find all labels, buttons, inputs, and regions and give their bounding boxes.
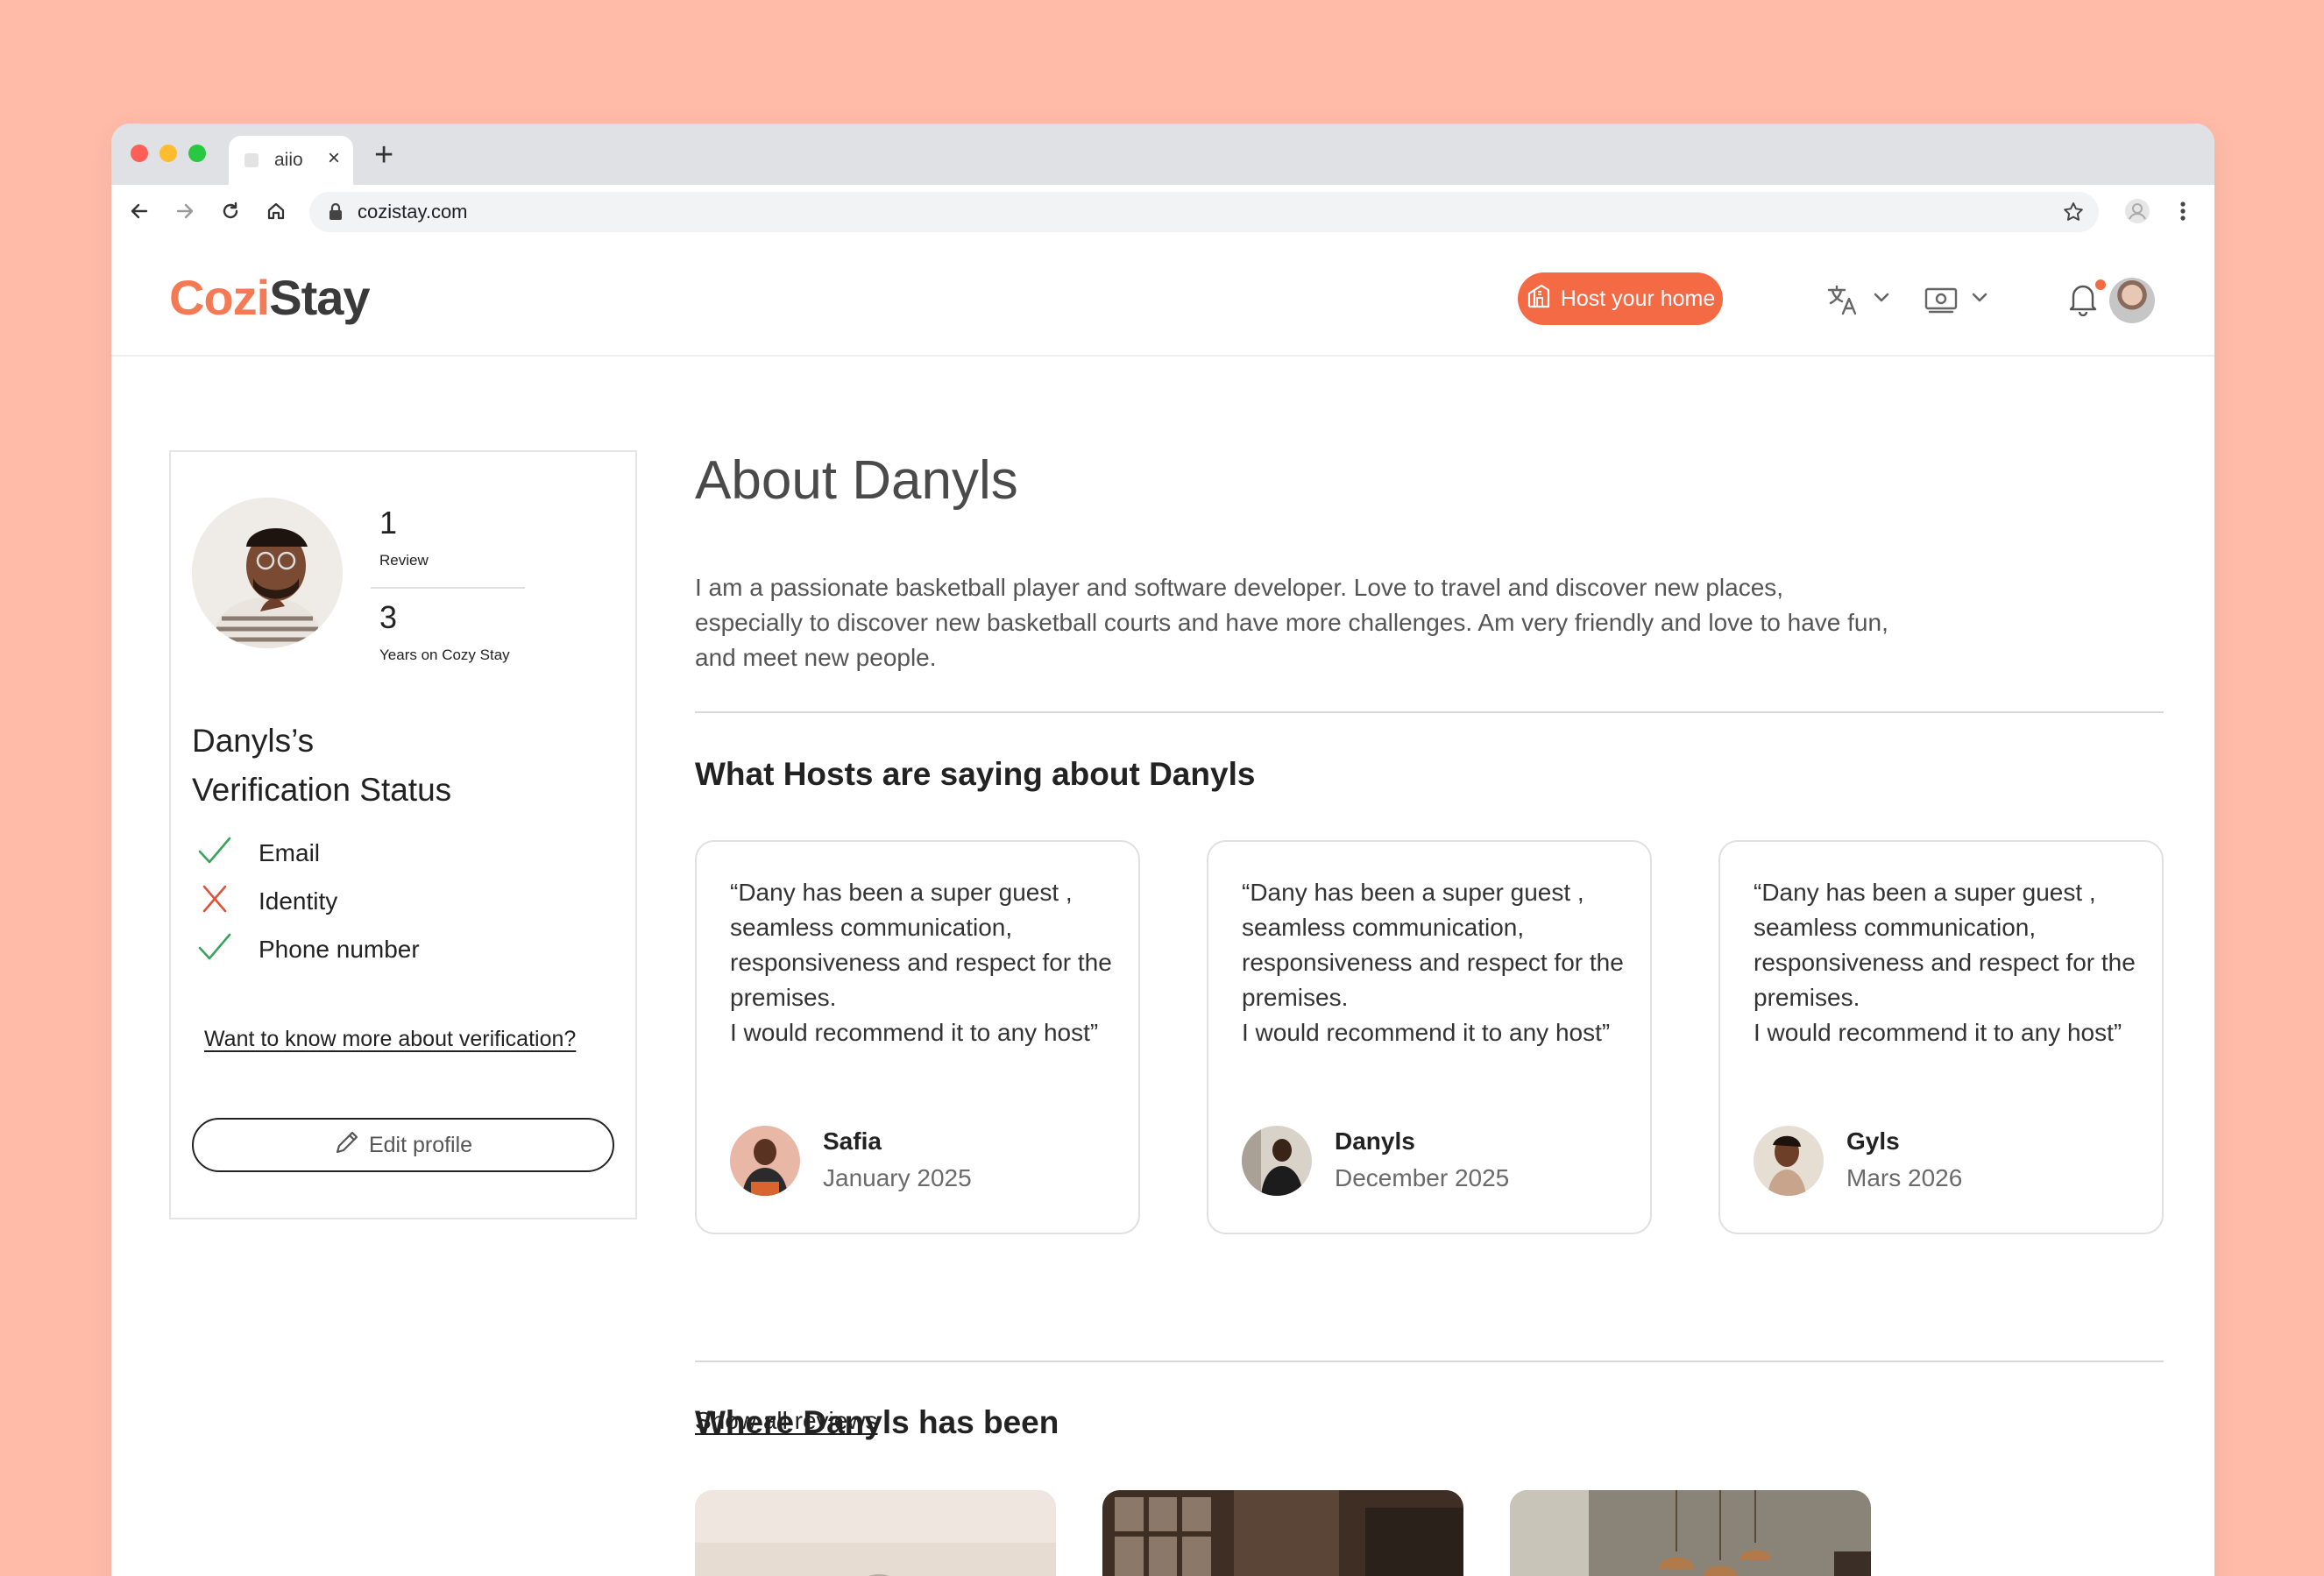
- maximize-window-button[interactable]: [188, 145, 206, 162]
- review-card: “Dany has been a super guest , seamless …: [1207, 840, 1652, 1234]
- user-avatar[interactable]: [2109, 278, 2155, 323]
- chevron-down-icon[interactable]: [1971, 292, 1988, 308]
- review-card: “Dany has been a super guest , seamless …: [1718, 840, 2164, 1234]
- review-card: “Dany has been a super guest , seamless …: [695, 840, 1140, 1234]
- checkmark-icon: [197, 836, 232, 872]
- cross-icon: [197, 884, 232, 920]
- places-section-title: Where Danyls has been: [695, 1404, 1059, 1440]
- edit-profile-label: Edit profile: [368, 1132, 473, 1157]
- forward-icon[interactable]: [169, 195, 201, 227]
- review-date: December 2025: [1335, 1164, 1510, 1191]
- review-text: “Dany has been a super guest , seamless …: [1242, 879, 1624, 1046]
- review-date: Mars 2026: [1846, 1164, 1963, 1191]
- close-tab-icon[interactable]: ×: [322, 146, 346, 171]
- reviewer-avatar: [1754, 1126, 1824, 1196]
- edit-profile-button[interactable]: Edit profile: [192, 1118, 614, 1172]
- verification-info-link[interactable]: Want to know more about verification?: [204, 1027, 576, 1052]
- host-button-label: Host your home: [1560, 286, 1716, 311]
- close-window-button[interactable]: [131, 145, 148, 162]
- years-count: 3: [379, 599, 398, 635]
- site-header: CoziStay Host your home: [111, 239, 2214, 357]
- bio-text: I am a passionate basketball player and …: [695, 574, 1888, 671]
- tab-title: aiio: [274, 150, 303, 170]
- address-bar[interactable]: cozistay.com: [309, 192, 2099, 232]
- host-your-home-button[interactable]: Host your home: [1518, 272, 1723, 325]
- reviews-count: 1: [379, 505, 398, 541]
- profile-card: 1 Review 3 Years on Cozy Stay Danyls’s V…: [169, 450, 637, 1219]
- browser-window: aiio × + cozistay.com CoziStay Host your…: [111, 124, 2214, 1576]
- place-photo[interactable]: [1510, 1490, 1871, 1576]
- divider: [695, 711, 2164, 713]
- verification-item-identity: Identity: [197, 884, 337, 919]
- language-icon[interactable]: [1825, 283, 1860, 322]
- review-text: “Dany has been a super guest , seamless …: [1754, 879, 2136, 1046]
- reviewer-name: Safia: [823, 1127, 882, 1155]
- cozistay-logo[interactable]: CoziStay: [169, 269, 371, 326]
- back-icon[interactable]: [124, 195, 155, 227]
- verification-item-phone: Phone number: [197, 932, 420, 967]
- browser-toolbar: cozistay.com: [111, 185, 2214, 239]
- home-icon[interactable]: [260, 195, 292, 227]
- stats-divider: [371, 587, 525, 589]
- reviews-section-title: What Hosts are saying about Danyls: [695, 756, 1256, 792]
- verification-title: Danyls’s Verification Status: [192, 723, 452, 808]
- place-photo[interactable]: [695, 1490, 1056, 1576]
- chevron-down-icon[interactable]: [1873, 292, 1890, 308]
- profile-avatar: [192, 498, 343, 648]
- browser-menu-icon[interactable]: [2167, 195, 2199, 227]
- reviewer-name: Gyls: [1846, 1127, 1900, 1155]
- new-tab-icon[interactable]: +: [374, 138, 393, 173]
- bell-icon[interactable]: [2067, 281, 2099, 321]
- place-photo[interactable]: [1102, 1490, 1463, 1576]
- reload-icon[interactable]: [215, 195, 246, 227]
- browser-tab[interactable]: aiio ×: [229, 136, 353, 185]
- review-date: January 2025: [823, 1164, 972, 1191]
- currency-icon[interactable]: [1924, 285, 1959, 321]
- checkmark-icon: [197, 932, 232, 968]
- notification-badge: [2095, 279, 2106, 290]
- house-icon: [1526, 283, 1552, 315]
- minimize-window-button[interactable]: [159, 145, 177, 162]
- bookmark-star-icon[interactable]: [2062, 201, 2085, 228]
- favicon-icon: [244, 153, 259, 167]
- reviewer-name: Danyls: [1335, 1127, 1415, 1155]
- lock-icon: [329, 202, 343, 225]
- reviews-label: Review: [379, 552, 429, 569]
- tab-bar: aiio × +: [111, 124, 2214, 185]
- reviewer-avatar: [730, 1126, 800, 1196]
- verification-item-email: Email: [197, 836, 320, 871]
- profile-icon[interactable]: [2122, 195, 2153, 227]
- pencil-icon: [334, 1129, 360, 1162]
- reviewer-avatar: [1242, 1126, 1312, 1196]
- divider: [695, 1360, 2164, 1362]
- review-text: “Dany has been a super guest , seamless …: [730, 879, 1112, 1046]
- page-title: About Danyls: [695, 450, 1018, 511]
- years-label: Years on Cozy Stay: [379, 647, 510, 663]
- url-text: cozistay.com: [358, 201, 468, 223]
